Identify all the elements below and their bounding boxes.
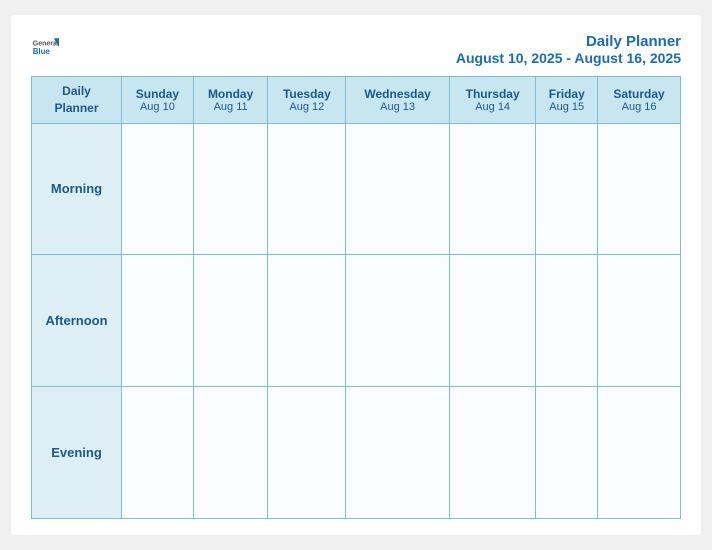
col-wednesday: Wednesday Aug 13 [346, 77, 450, 124]
svg-text:Blue: Blue [33, 47, 51, 56]
col-sunday: Sunday Aug 10 [122, 77, 194, 124]
cell-morning-mon[interactable] [193, 123, 268, 255]
cell-afternoon-sat[interactable] [598, 255, 681, 387]
row-afternoon: Afternoon [32, 255, 681, 387]
cell-evening-thu[interactable] [449, 387, 535, 519]
title-area: Daily Planner August 10, 2025 - August 1… [456, 33, 681, 66]
cell-afternoon-fri[interactable] [536, 255, 598, 387]
col-monday: Monday Aug 11 [193, 77, 268, 124]
cell-afternoon-sun[interactable] [122, 255, 194, 387]
cell-afternoon-mon[interactable] [193, 255, 268, 387]
row-label-afternoon: Afternoon [32, 255, 122, 387]
cell-afternoon-wed[interactable] [346, 255, 450, 387]
logo-area: General Blue [31, 33, 59, 61]
cell-morning-sun[interactable] [122, 123, 194, 255]
col-saturday: Saturday Aug 16 [598, 77, 681, 124]
cell-evening-fri[interactable] [536, 387, 598, 519]
cell-morning-wed[interactable] [346, 123, 450, 255]
planner-title: Daily Planner [456, 33, 681, 50]
cell-afternoon-thu[interactable] [449, 255, 535, 387]
col-tuesday: Tuesday Aug 12 [268, 77, 346, 124]
calendar-table: DailyPlanner Sunday Aug 10 Monday Aug 11… [31, 76, 681, 519]
cell-afternoon-tue[interactable] [268, 255, 346, 387]
cell-morning-thu[interactable] [449, 123, 535, 255]
cell-morning-fri[interactable] [536, 123, 598, 255]
cell-evening-tue[interactable] [268, 387, 346, 519]
row-label-morning: Morning [32, 123, 122, 255]
cell-evening-sun[interactable] [122, 387, 194, 519]
col-thursday: Thursday Aug 14 [449, 77, 535, 124]
row-morning: Morning [32, 123, 681, 255]
cell-morning-sat[interactable] [598, 123, 681, 255]
generalblue-logo-icon: General Blue [31, 33, 59, 61]
cell-morning-tue[interactable] [268, 123, 346, 255]
cell-evening-wed[interactable] [346, 387, 450, 519]
planner-date-range: August 10, 2025 - August 16, 2025 [456, 50, 681, 66]
col-friday: Friday Aug 15 [536, 77, 598, 124]
header: General Blue Daily Planner August 10, 20… [31, 33, 681, 66]
row-label-evening: Evening [32, 387, 122, 519]
cell-evening-sat[interactable] [598, 387, 681, 519]
corner-header: DailyPlanner [32, 77, 122, 124]
cell-evening-mon[interactable] [193, 387, 268, 519]
row-evening: Evening [32, 387, 681, 519]
page: General Blue Daily Planner August 10, 20… [11, 15, 701, 535]
header-row: DailyPlanner Sunday Aug 10 Monday Aug 11… [32, 77, 681, 124]
